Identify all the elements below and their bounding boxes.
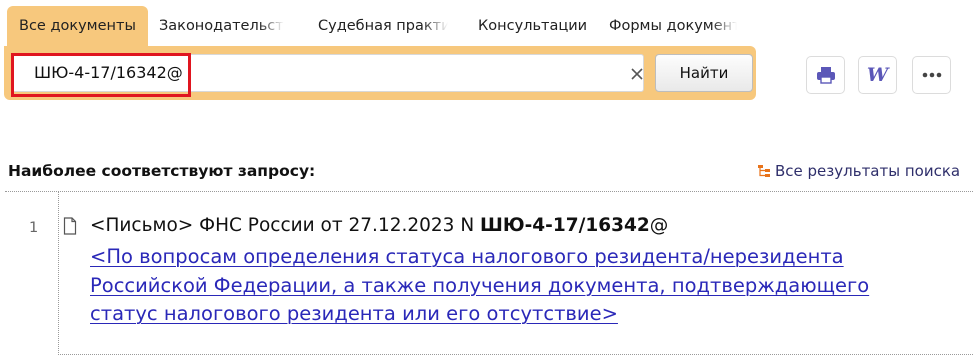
- printer-icon: [816, 67, 835, 84]
- tab-legislation[interactable]: Законодательство: [159, 6, 284, 46]
- result-document-heading: <Письмо> ФНС России от 27.12.2023 N ШЮ-4…: [90, 215, 668, 236]
- result-document-link[interactable]: <По вопросам определения статуса налогов…: [90, 243, 940, 329]
- more-button[interactable]: [912, 56, 951, 94]
- result-heading-match: ШЮ-4-17/16342: [480, 215, 650, 236]
- results-divider: [5, 191, 973, 192]
- all-results-label[interactable]: Все результаты поиска: [775, 162, 960, 180]
- results-section-title: Наиболее соответствуют запросу:: [8, 162, 316, 180]
- result-left-border: [58, 191, 59, 355]
- more-icon: [922, 72, 941, 78]
- find-button[interactable]: Найти: [655, 54, 753, 92]
- tab-consultations[interactable]: Консультации: [478, 6, 588, 46]
- result-heading-suffix: @: [649, 215, 669, 236]
- document-icon: [63, 217, 77, 235]
- result-heading-prefix: <Письмо> ФНС России от 27.12.2023 N: [90, 215, 481, 236]
- word-export-button[interactable]: W: [858, 56, 897, 94]
- close-icon[interactable]: [629, 66, 645, 82]
- tab-document-forms[interactable]: Формы документов: [609, 6, 737, 46]
- tree-icon: [758, 165, 770, 177]
- print-button[interactable]: [806, 56, 845, 94]
- result-number: 1: [29, 220, 39, 236]
- search-highlight-frame: [11, 53, 191, 97]
- word-export-icon: W: [866, 64, 889, 86]
- document-type-tabs: Все документы Законодательство Судебная …: [7, 6, 762, 46]
- result-bottom-border: [58, 354, 973, 355]
- tab-court-practice[interactable]: Судебная практика: [318, 6, 448, 46]
- all-results-link[interactable]: Все результаты поиска: [757, 162, 960, 180]
- tab-all-documents[interactable]: Все документы: [7, 6, 148, 46]
